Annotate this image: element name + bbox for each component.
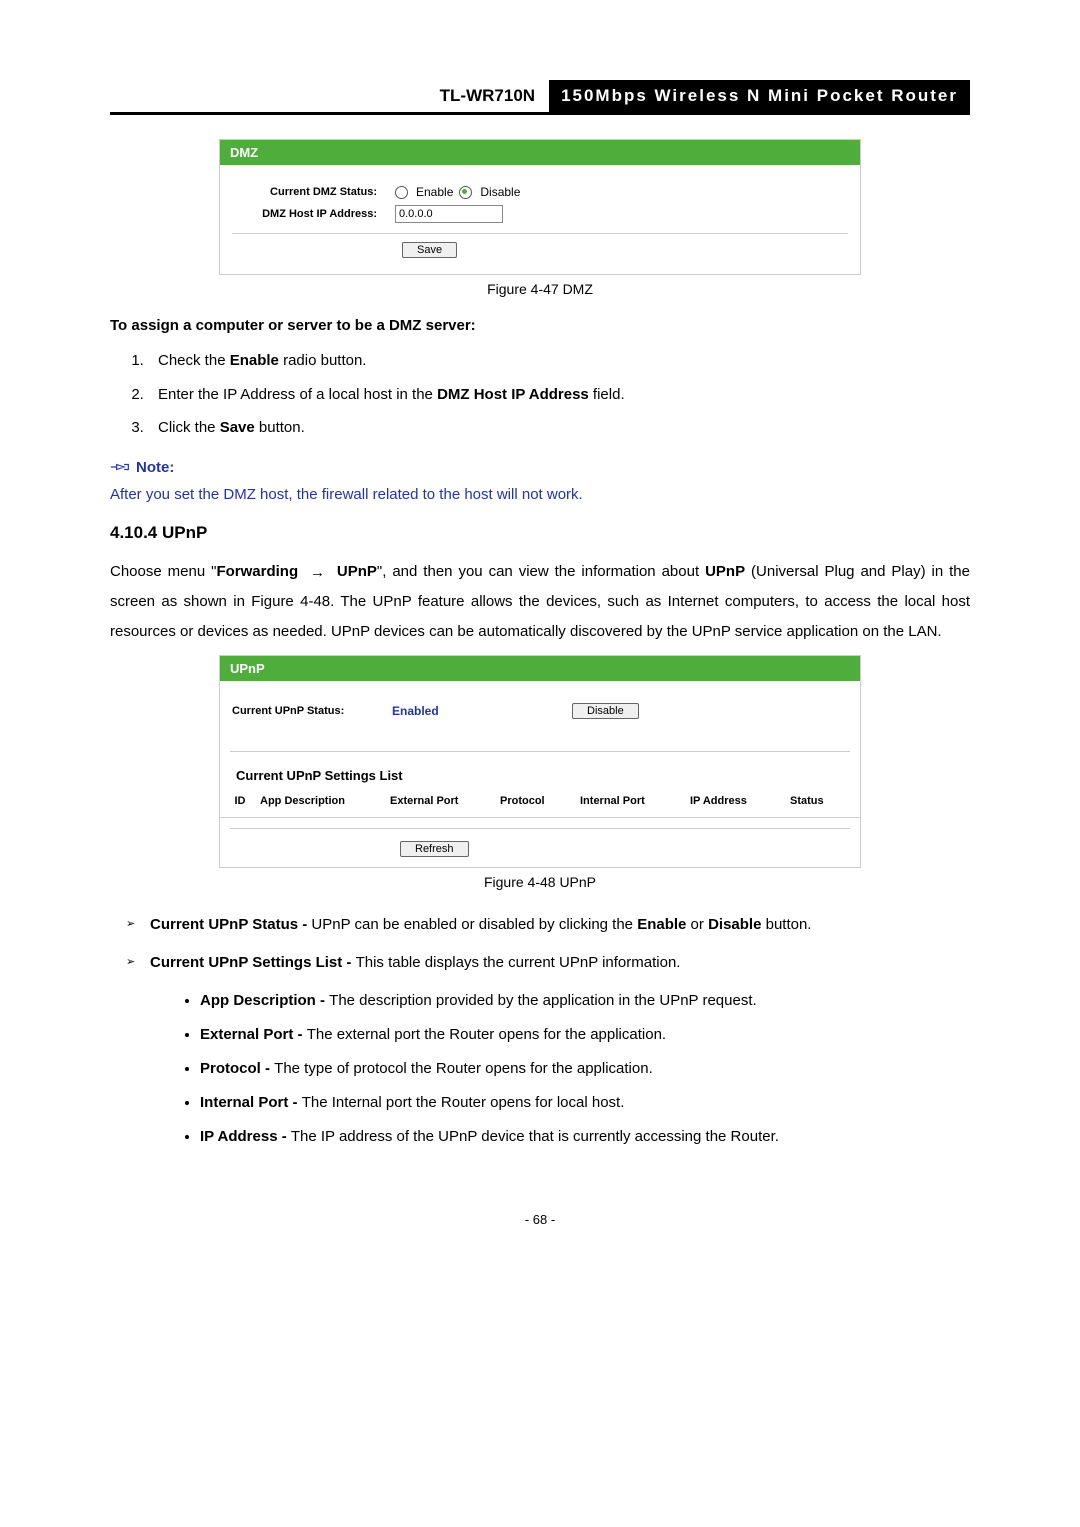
dmz-host-input[interactable]	[395, 205, 503, 223]
th-external-port: External Port	[390, 795, 500, 807]
page-number: - 68 -	[110, 1212, 970, 1227]
dmz-enable-text: Enable	[416, 185, 453, 199]
upnp-panel-title: UPnP	[220, 656, 860, 681]
dmz-steps-list: Check the Enable radio button. Enter the…	[148, 348, 970, 441]
dmz-assign-heading: To assign a computer or server to be a D…	[110, 317, 970, 334]
figure-448-caption: Figure 4-48 UPnP	[110, 874, 970, 890]
upnp-list-title: Current UPnP Settings List	[220, 760, 860, 791]
arrow-icon: →	[310, 558, 325, 588]
th-internal-port: Internal Port	[580, 795, 690, 807]
list-item: Current UPnP Status - UPnP can be enable…	[126, 910, 970, 940]
pointing-hand-icon	[110, 460, 130, 474]
th-app-description: App Description	[260, 795, 390, 807]
dmz-panel-title: DMZ	[220, 140, 860, 165]
header-desc: 150Mbps Wireless N Mini Pocket Router	[549, 80, 970, 112]
list-item: Internal Port - The Internal port the Ro…	[200, 1088, 970, 1118]
list-item: App Description - The description provid…	[200, 986, 970, 1016]
header-model: TL-WR710N	[436, 80, 549, 112]
figure-447-caption: Figure 4-47 DMZ	[110, 281, 970, 297]
dmz-enable-radio[interactable]	[395, 186, 408, 199]
step-2: Enter the IP Address of a local host in …	[148, 382, 970, 408]
list-item: External Port - The external port the Ro…	[200, 1020, 970, 1050]
dmz-host-label: DMZ Host IP Address:	[232, 208, 395, 220]
dmz-status-label: Current DMZ Status:	[232, 186, 395, 198]
dmz-disable-text: Disable	[480, 185, 520, 199]
dmz-panel: DMZ Current DMZ Status: Enable Disable D…	[219, 139, 861, 275]
th-id: ID	[220, 795, 260, 807]
th-status: Status	[790, 795, 850, 807]
upnp-paragraph: Choose menu "Forwarding → UPnP", and the…	[110, 557, 970, 647]
save-button[interactable]: Save	[402, 242, 457, 258]
upnp-table-header: ID App Description External Port Protoco…	[220, 791, 860, 818]
upnp-description-list: Current UPnP Status - UPnP can be enable…	[126, 910, 970, 1152]
note-heading: Note:	[110, 459, 970, 476]
list-item: Current UPnP Settings List - This table …	[126, 948, 970, 1152]
upnp-status-value: Enabled	[392, 704, 572, 718]
th-protocol: Protocol	[500, 795, 580, 807]
upnp-disable-button[interactable]: Disable	[572, 703, 639, 719]
step-1: Check the Enable radio button.	[148, 348, 970, 374]
doc-header: TL-WR710N 150Mbps Wireless N Mini Pocket…	[110, 80, 970, 115]
upnp-sub-list: App Description - The description provid…	[200, 986, 970, 1152]
upnp-panel: UPnP Current UPnP Status: Enabled Disabl…	[219, 655, 861, 868]
step-3: Click the Save button.	[148, 415, 970, 441]
th-ip-address: IP Address	[690, 795, 790, 807]
list-item: Protocol - The type of protocol the Rout…	[200, 1054, 970, 1084]
divider	[232, 233, 848, 234]
divider	[230, 751, 850, 752]
section-4-10-4-heading: 4.10.4 UPnP	[110, 523, 970, 543]
upnp-status-label: Current UPnP Status:	[232, 705, 392, 717]
dmz-disable-radio[interactable]	[459, 186, 472, 199]
refresh-button[interactable]: Refresh	[400, 841, 469, 857]
divider	[230, 828, 850, 829]
note-body: After you set the DMZ host, the firewall…	[110, 482, 970, 508]
list-item: IP Address - The IP address of the UPnP …	[200, 1122, 970, 1152]
